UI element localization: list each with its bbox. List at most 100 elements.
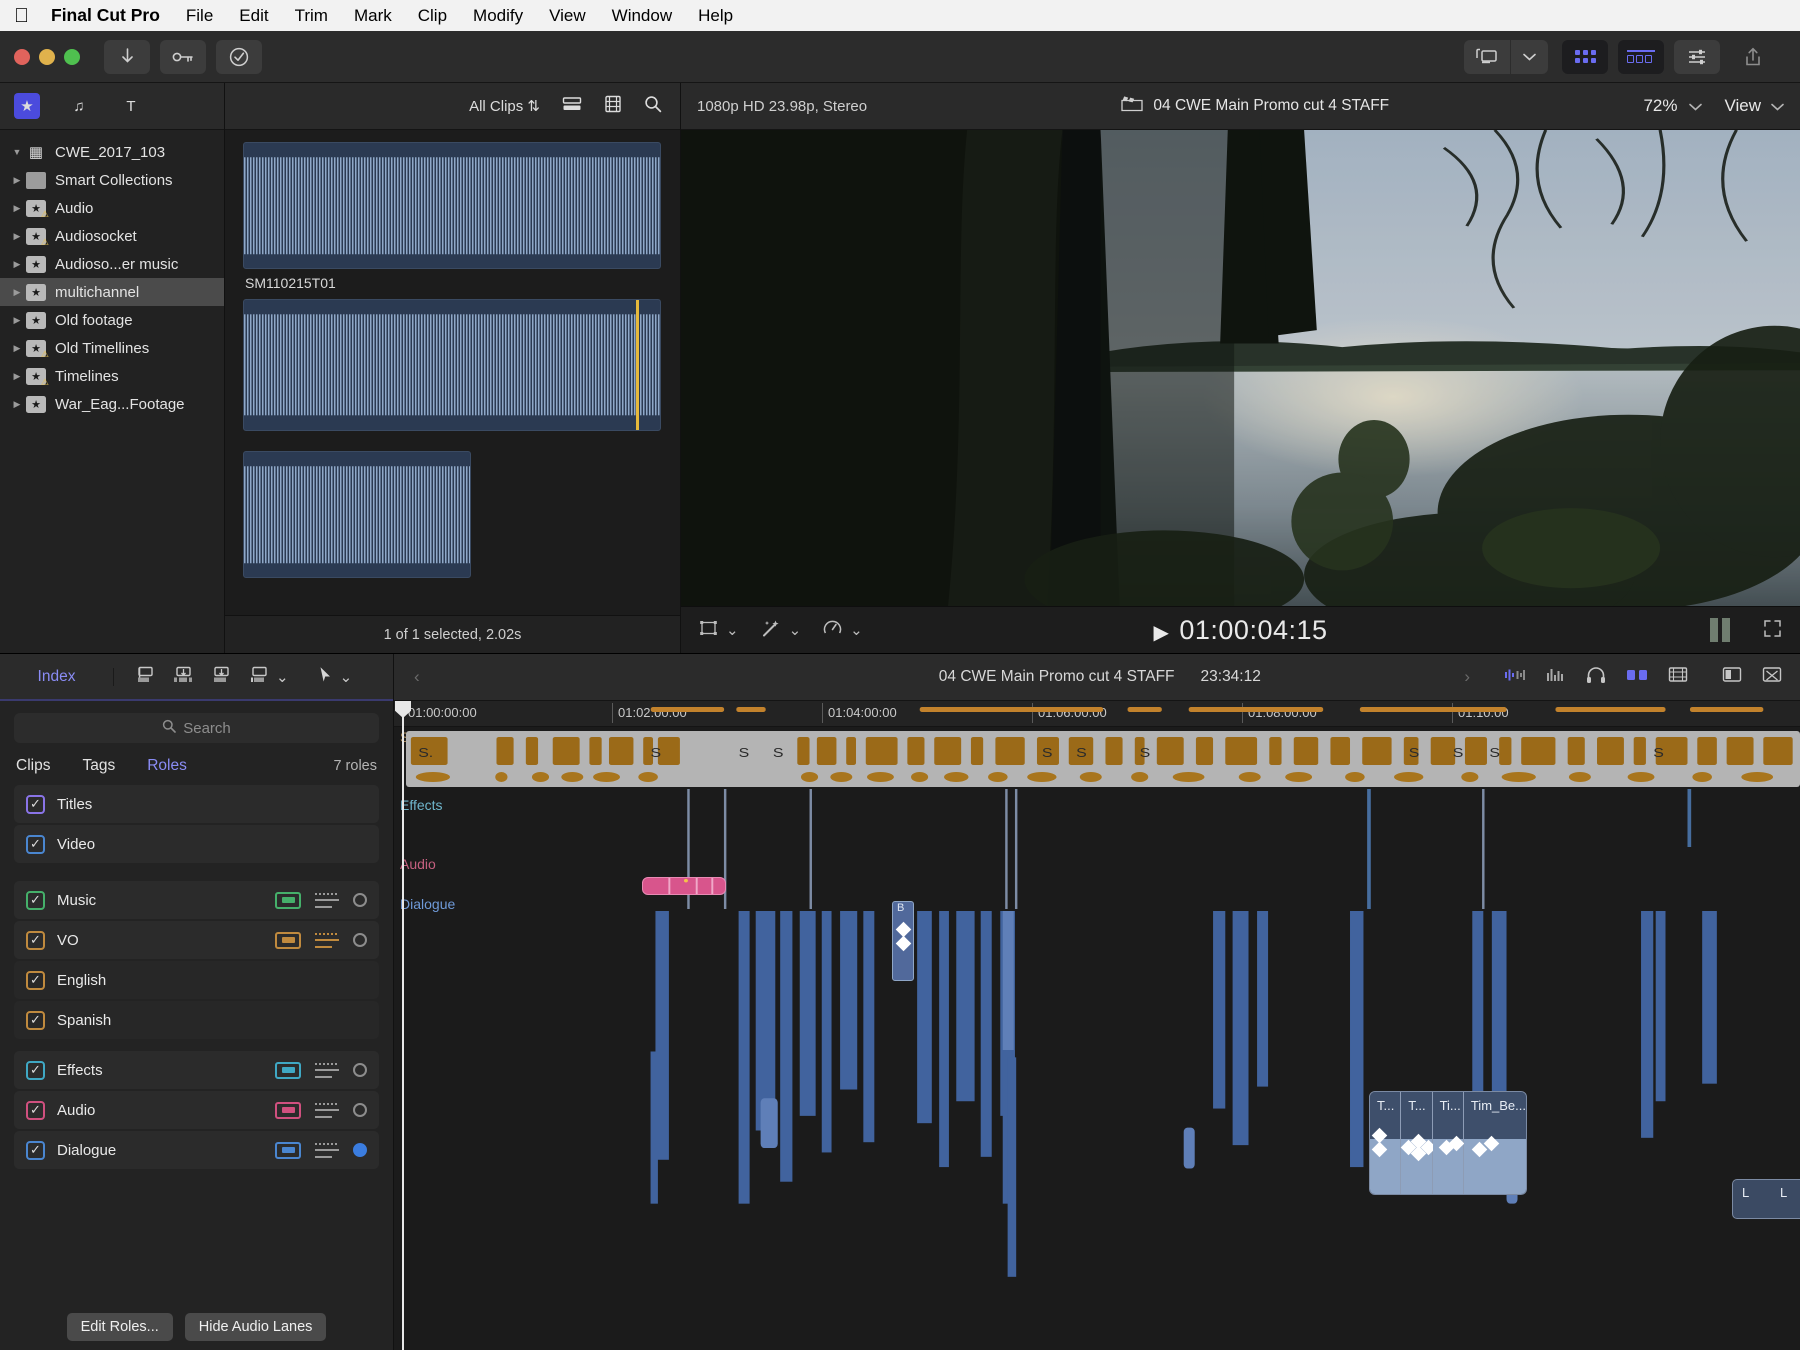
menu-item-mark[interactable]: Mark: [354, 6, 392, 26]
tool-chevron-icon[interactable]: ⌄: [340, 668, 353, 686]
minimize-lane-button[interactable]: [275, 1141, 301, 1159]
show-browser-button[interactable]: [1562, 39, 1608, 74]
menu-item-edit[interactable]: Edit: [239, 6, 268, 26]
menu-item-clip[interactable]: Clip: [418, 6, 447, 26]
menu-item-trim[interactable]: Trim: [295, 6, 328, 26]
role-row-vo[interactable]: ✓ VO: [14, 921, 379, 959]
disclosure-triangle-icon[interactable]: ▶: [8, 203, 26, 214]
role-row-dialogue[interactable]: ✓ Dialogue: [14, 1131, 379, 1169]
zoom-window-button[interactable]: [64, 48, 80, 65]
subrole-lanes-icon[interactable]: [315, 892, 339, 908]
menu-item-file[interactable]: File: [186, 6, 213, 26]
audio-meters-icon[interactable]: [1546, 667, 1566, 688]
insert-clip-icon[interactable]: [172, 666, 194, 688]
inspector-button[interactable]: [1674, 39, 1720, 74]
menu-item-window[interactable]: Window: [612, 6, 672, 26]
disclosure-triangle-icon[interactable]: ▼: [8, 147, 26, 157]
clip-thumbnail-3[interactable]: [243, 451, 471, 578]
disclosure-triangle-icon[interactable]: ▶: [8, 399, 26, 410]
tab-tags[interactable]: Tags: [82, 757, 115, 775]
disclosure-triangle-icon[interactable]: ▶: [8, 175, 26, 186]
disclosure-triangle-icon[interactable]: ▶: [8, 287, 26, 298]
title-clip[interactable]: T...: [1370, 1092, 1402, 1194]
viewer-image[interactable]: [681, 130, 1800, 606]
viewer-view-menu[interactable]: View: [1724, 96, 1761, 116]
lr-audio-clip[interactable]: L L: [1732, 1179, 1800, 1219]
menu-item-help[interactable]: Help: [698, 6, 733, 26]
clip-appearance-icon[interactable]: [1668, 666, 1688, 688]
snapping-icon[interactable]: [1626, 667, 1648, 688]
sidebar-item-war-eagle-footage[interactable]: ▶ ★ War_Eag...Footage: [0, 390, 224, 418]
dialogue-clips-area[interactable]: [406, 911, 1800, 1350]
subrole-lanes-icon[interactable]: [315, 1062, 339, 1078]
title-clip[interactable]: Tim_Be...: [1463, 1092, 1526, 1194]
clip-thumbnail-2[interactable]: [243, 299, 661, 431]
timeline-playhead[interactable]: [395, 701, 411, 1350]
minimize-lane-button[interactable]: [275, 891, 301, 909]
disclosure-triangle-icon[interactable]: ▶: [8, 371, 26, 382]
index-search-field[interactable]: Search: [14, 713, 379, 743]
focus-role-toggle[interactable]: [353, 1143, 367, 1157]
role-checkbox[interactable]: ✓: [26, 890, 45, 910]
role-checkbox[interactable]: ✓: [26, 794, 45, 814]
connected-title-marker[interactable]: B: [892, 901, 914, 981]
viewer-timecode[interactable]: ▶ 01:00:04:15: [681, 615, 1800, 646]
role-row-english[interactable]: ✓ English: [14, 961, 379, 999]
title-clip[interactable]: Ti...: [1432, 1092, 1464, 1194]
chevron-down-icon[interactable]: [1689, 98, 1703, 115]
role-checkbox[interactable]: ✓: [26, 930, 45, 950]
role-row-titles[interactable]: ✓ Titles: [14, 785, 379, 823]
minimize-window-button[interactable]: [39, 48, 55, 65]
audio-meter-icon[interactable]: [1710, 618, 1730, 642]
expand-arrows-icon[interactable]: [1763, 619, 1782, 642]
share-button[interactable]: [1730, 40, 1776, 74]
list-view-icon[interactable]: [562, 96, 582, 116]
tab-roles[interactable]: Roles: [147, 757, 187, 775]
index-panel-icon[interactable]: [1722, 666, 1742, 688]
audio-role-clip[interactable]: [642, 877, 726, 895]
sidebar-item-smart-collections[interactable]: ▶ Smart Collections: [0, 166, 224, 194]
viewer-zoom-value[interactable]: 72%: [1643, 96, 1677, 116]
search-icon[interactable]: [644, 95, 662, 117]
subrole-lanes-icon[interactable]: [315, 932, 339, 948]
role-checkbox[interactable]: ✓: [26, 1100, 45, 1120]
index-tab-button[interactable]: Index: [0, 667, 114, 686]
apple-logo-icon[interactable]: : [14, 6, 29, 26]
role-checkbox[interactable]: ✓: [26, 1140, 45, 1160]
focus-role-toggle[interactable]: [353, 1103, 367, 1117]
disclosure-triangle-icon[interactable]: ▶: [8, 343, 26, 354]
role-row-music[interactable]: ✓ Music: [14, 881, 379, 919]
menu-item-modify[interactable]: Modify: [473, 6, 523, 26]
analyze-checkmark-button[interactable]: [216, 39, 262, 74]
close-window-button[interactable]: [14, 48, 30, 65]
chevron-right-icon[interactable]: ›: [1464, 667, 1470, 687]
role-checkbox[interactable]: ✓: [26, 1010, 45, 1030]
subrole-lanes-icon[interactable]: [315, 1142, 339, 1158]
role-row-video[interactable]: ✓ Video: [14, 825, 379, 863]
close-timeline-icon[interactable]: [1762, 666, 1782, 688]
role-checkbox[interactable]: ✓: [26, 1060, 45, 1080]
solo-headphone-icon[interactable]: [1586, 666, 1606, 689]
title-clip-group[interactable]: T... T... Ti... Tim_Be...: [1369, 1091, 1527, 1195]
library-root-row[interactable]: ▼ ▦ CWE_2017_103: [0, 138, 224, 166]
focus-role-toggle[interactable]: [353, 893, 367, 907]
library-star-icon[interactable]: ★: [14, 93, 40, 119]
timeline-project-name[interactable]: 04 CWE Main Promo cut 4 STAFF: [939, 668, 1175, 686]
connect-clip-icon[interactable]: [134, 666, 156, 688]
sidebar-item-old-timellines[interactable]: ▶ ★ ⚠ Old Timellines: [0, 334, 224, 362]
menu-app-name[interactable]: Final Cut Pro: [51, 5, 160, 26]
role-row-effects[interactable]: ✓ Effects: [14, 1051, 379, 1089]
keyframe-diamond-icon[interactable]: [1371, 1141, 1388, 1158]
sidebar-item-audiosocket-other-music[interactable]: ▶ ★ Audioso...er music: [0, 250, 224, 278]
focus-role-toggle[interactable]: [353, 1063, 367, 1077]
append-clip-icon[interactable]: [210, 666, 232, 688]
tool-chevron-icon[interactable]: ⌄: [276, 668, 289, 686]
minimize-lane-button[interactable]: [275, 1101, 301, 1119]
disclosure-triangle-icon[interactable]: ▶: [8, 259, 26, 270]
timeline-canvas[interactable]: 01:00:00:00 01:02:00:00 01:04:00:00 01:0…: [394, 701, 1800, 1350]
show-timeline-button[interactable]: [1618, 39, 1664, 74]
filmstrip-view-icon[interactable]: [604, 95, 622, 117]
sidebar-item-multichannel[interactable]: ▶ ★ multichannel: [0, 278, 224, 306]
subrole-lanes-icon[interactable]: [315, 1102, 339, 1118]
sidebar-item-audio[interactable]: ▶ ★ ⚠ Audio: [0, 194, 224, 222]
